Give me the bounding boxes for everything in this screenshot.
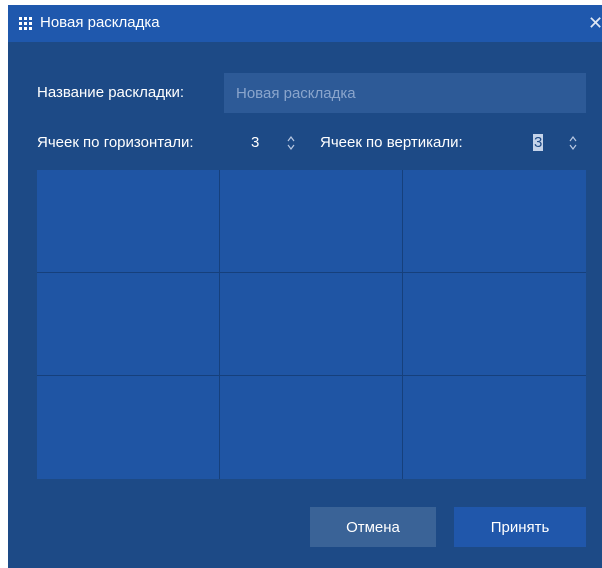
columns-value[interactable]: 3 [251, 134, 259, 151]
layout-cell[interactable] [403, 170, 586, 273]
title-bar[interactable]: Новая раскладка ✕ [8, 5, 602, 42]
layout-name-input[interactable] [224, 73, 586, 113]
layout-cell[interactable] [220, 170, 403, 273]
grid-icon [19, 17, 32, 30]
new-layout-dialog: Новая раскладка ✕ Название раскладки: Яч… [8, 5, 602, 568]
layout-name-label: Название раскладки: [37, 84, 185, 101]
layout-cell[interactable] [220, 273, 403, 376]
accept-button[interactable]: Принять [454, 507, 586, 547]
layout-preview-grid [37, 170, 586, 479]
columns-spin-arrows-icon[interactable] [286, 135, 296, 151]
rows-spin-arrows-icon[interactable] [568, 135, 578, 151]
columns-label: Ячеек по горизонтали: [37, 134, 194, 151]
layout-cell[interactable] [403, 273, 586, 376]
cancel-button[interactable]: Отмена [310, 507, 436, 547]
close-icon[interactable]: ✕ [588, 11, 602, 35]
layout-cell[interactable] [403, 376, 586, 479]
rows-label: Ячеек по вертикали: [320, 134, 463, 151]
layout-cell[interactable] [37, 376, 220, 479]
layout-cell[interactable] [37, 273, 220, 376]
layout-cell[interactable] [37, 170, 220, 273]
rows-value[interactable]: 3 [533, 134, 544, 151]
window-title: Новая раскладка [40, 14, 160, 31]
layout-cell[interactable] [220, 376, 403, 479]
